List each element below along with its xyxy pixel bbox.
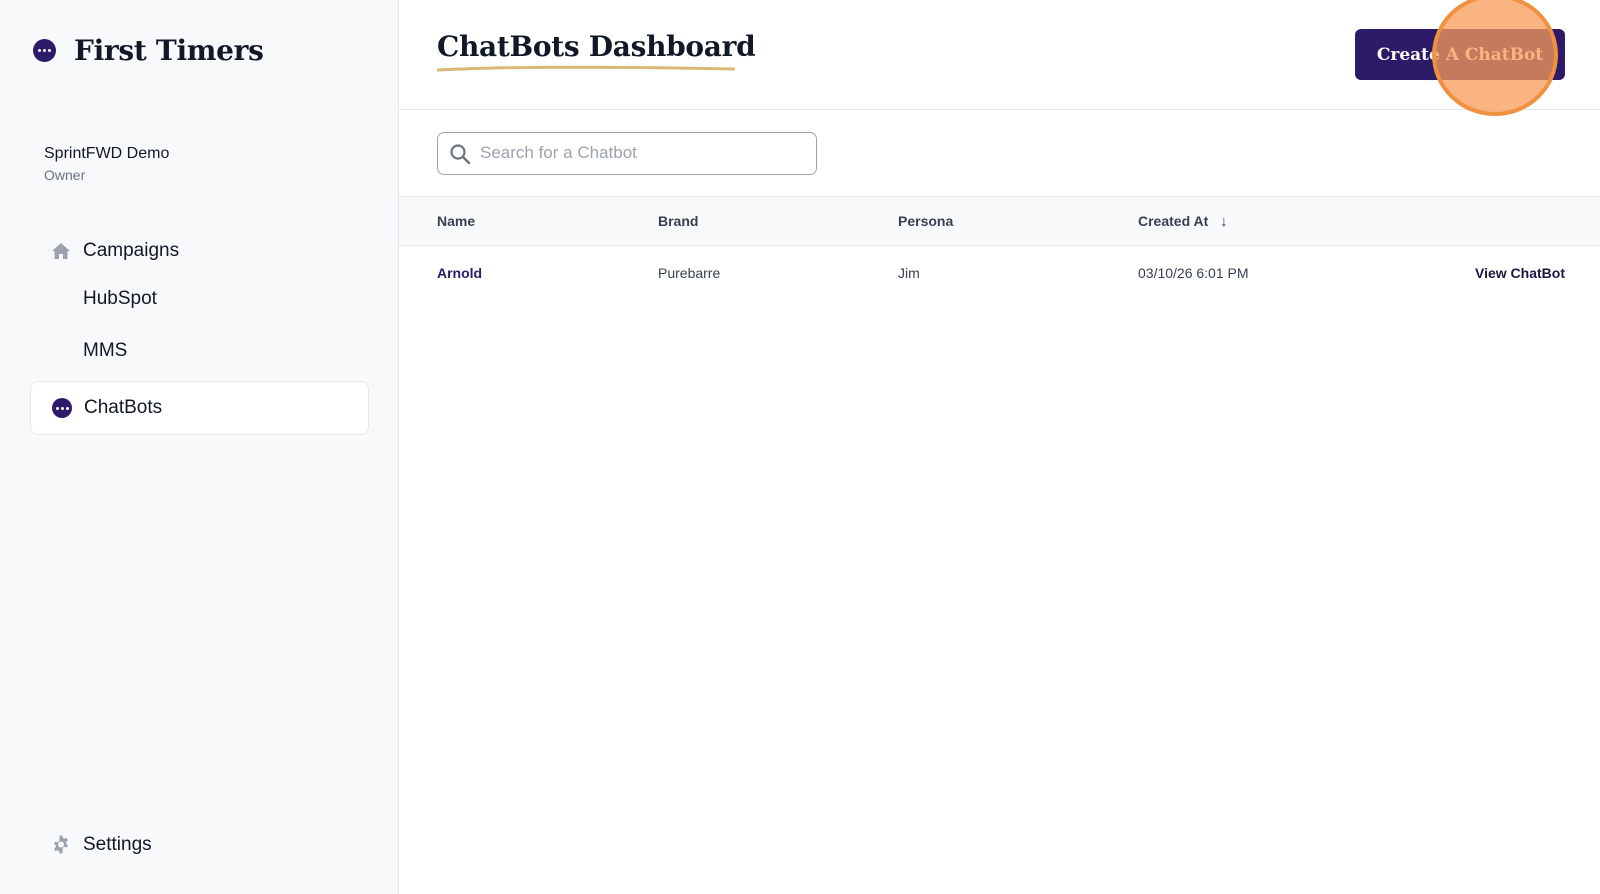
column-header-persona[interactable]: Persona [898, 213, 953, 229]
sidebar-item-label: Campaigns [83, 240, 180, 261]
sidebar-item-label: HubSpot [83, 288, 157, 309]
search-input[interactable] [480, 133, 810, 173]
sidebar-item-hubspot[interactable]: HubSpot [30, 273, 369, 325]
account-name: SprintFWD Demo [44, 145, 170, 162]
account-role: Owner [44, 167, 86, 183]
brand[interactable]: First Timers [33, 34, 264, 67]
chatbot-brand: Purebarre [658, 265, 721, 281]
title-underline [437, 65, 735, 72]
sidebar-item-label: MMS [83, 340, 128, 361]
home-icon [52, 243, 70, 259]
table-header: Name Brand Persona Created At ↓ [399, 197, 1600, 246]
column-header-created-at[interactable]: Created At ↓ [1138, 213, 1228, 230]
search-box[interactable] [437, 132, 817, 175]
sidebar-item-campaigns[interactable]: Campaigns [30, 225, 369, 277]
table-row: Arnold Purebarre Jim 03/10/26 6:01 PM Vi… [399, 246, 1600, 299]
sort-descending-icon: ↓ [1220, 213, 1228, 230]
sidebar-item-settings[interactable]: Settings [30, 819, 369, 871]
create-chatbot-button[interactable]: Create A ChatBot [1355, 29, 1565, 80]
account-info[interactable]: SprintFWD Demo Owner [44, 145, 169, 183]
view-chatbot-link[interactable]: View ChatBot [1475, 265, 1565, 281]
chatbot-persona: Jim [898, 265, 920, 281]
column-header-name[interactable]: Name [437, 213, 475, 229]
search-icon [450, 144, 471, 165]
page-title: ChatBots Dashboard [437, 30, 756, 63]
chat-bubble-icon [52, 398, 72, 418]
sidebar: First Timers SprintFWD Demo Owner Campai… [0, 0, 399, 894]
main-content: ChatBots Dashboard Create A ChatBot Name… [399, 0, 1600, 894]
search-bar [399, 110, 1600, 197]
sidebar-item-chatbots[interactable]: ChatBots [30, 381, 369, 435]
chat-bubble-icon [33, 39, 56, 62]
sidebar-item-mms[interactable]: MMS [30, 325, 369, 377]
sidebar-item-label: Settings [83, 834, 152, 855]
column-header-label: Created At [1138, 213, 1209, 229]
app-name: First Timers [74, 34, 264, 67]
chatbot-name-link[interactable]: Arnold [437, 265, 482, 281]
chatbot-created-at: 03/10/26 6:01 PM [1138, 265, 1249, 281]
gear-icon [54, 835, 68, 854]
page-header: ChatBots Dashboard Create A ChatBot [399, 0, 1600, 116]
column-header-brand[interactable]: Brand [658, 213, 698, 229]
sidebar-item-label: ChatBots [84, 397, 163, 418]
